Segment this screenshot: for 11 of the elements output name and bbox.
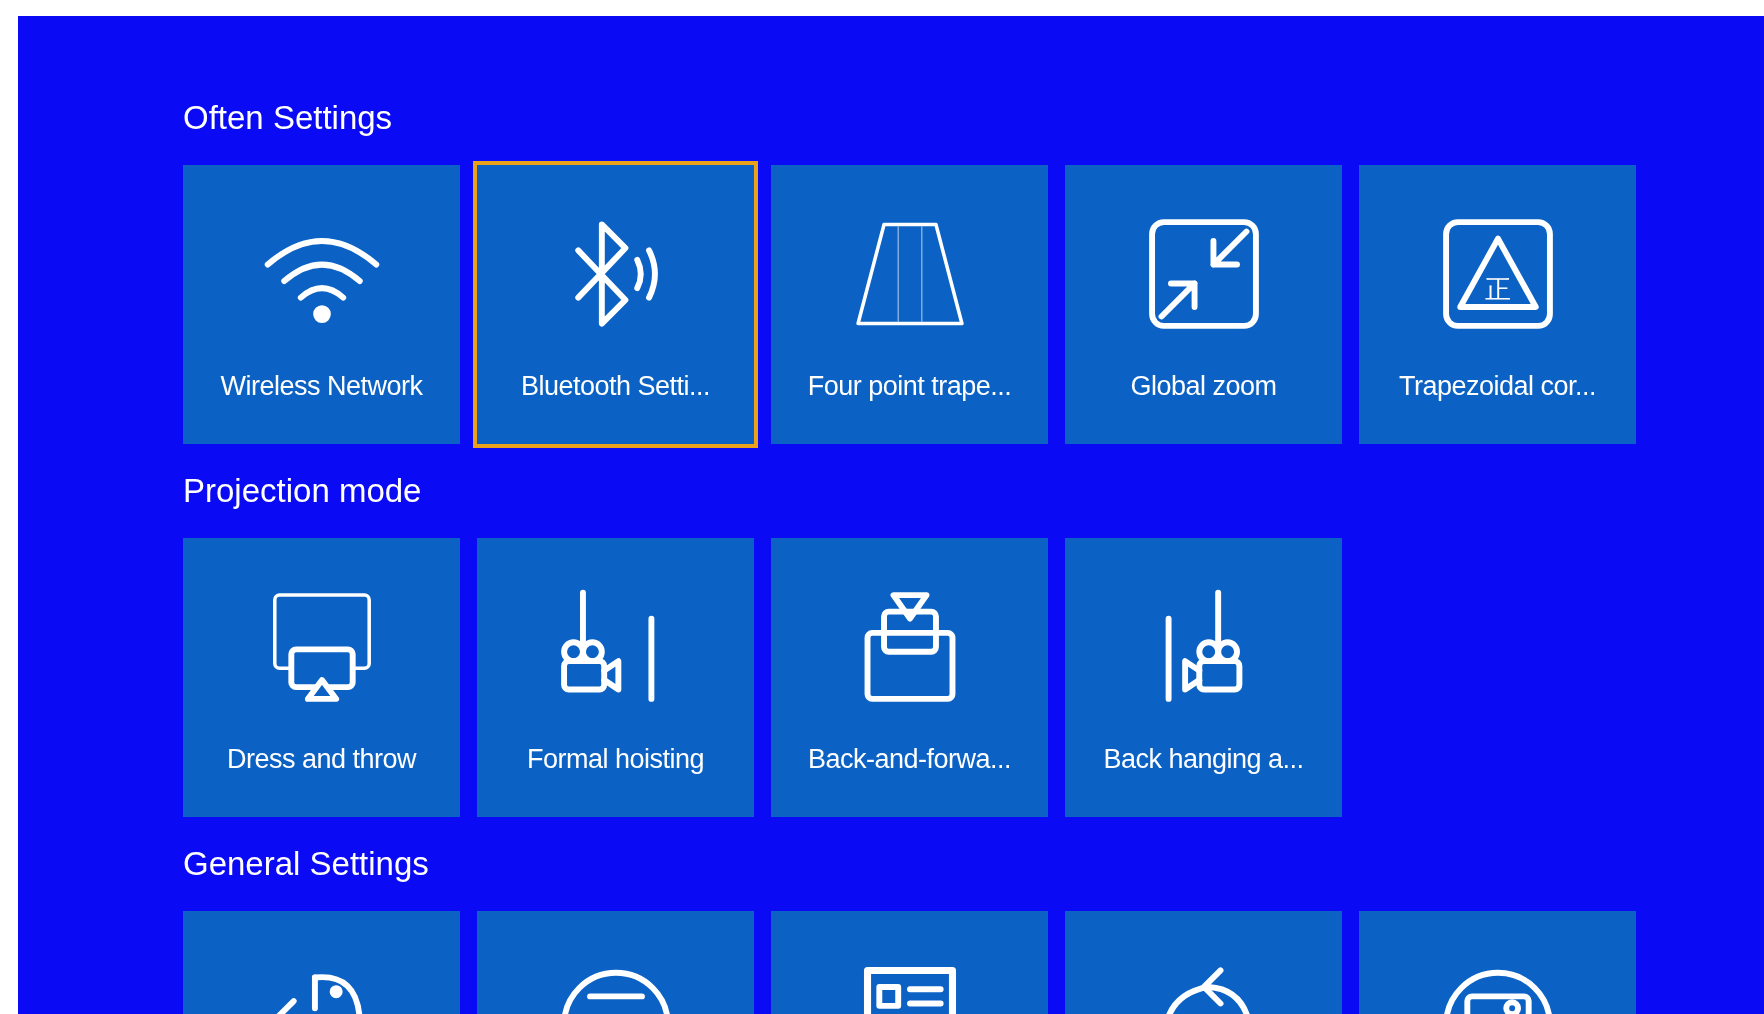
setting-tile[interactable]: Back hanging a...: [1065, 538, 1342, 817]
setting-tile[interactable]: Dress and throw: [183, 538, 460, 817]
setting-tile[interactable]: Wireless Network: [183, 165, 460, 444]
setting-tile[interactable]: Formal hoisting: [477, 538, 754, 817]
section-heading: Often Settings: [183, 98, 393, 138]
section-heading: General Settings: [183, 844, 429, 884]
setting-tile[interactable]: Four point trape...: [771, 165, 1048, 444]
setting-tile[interactable]: 正 Trapezoidal cor...: [1359, 165, 1636, 444]
setting-tile[interactable]: Back-and-forwa...: [771, 538, 1048, 817]
section-heading: Projection mode: [183, 471, 422, 511]
setting-tile[interactable]: Global zoom: [1065, 165, 1342, 444]
